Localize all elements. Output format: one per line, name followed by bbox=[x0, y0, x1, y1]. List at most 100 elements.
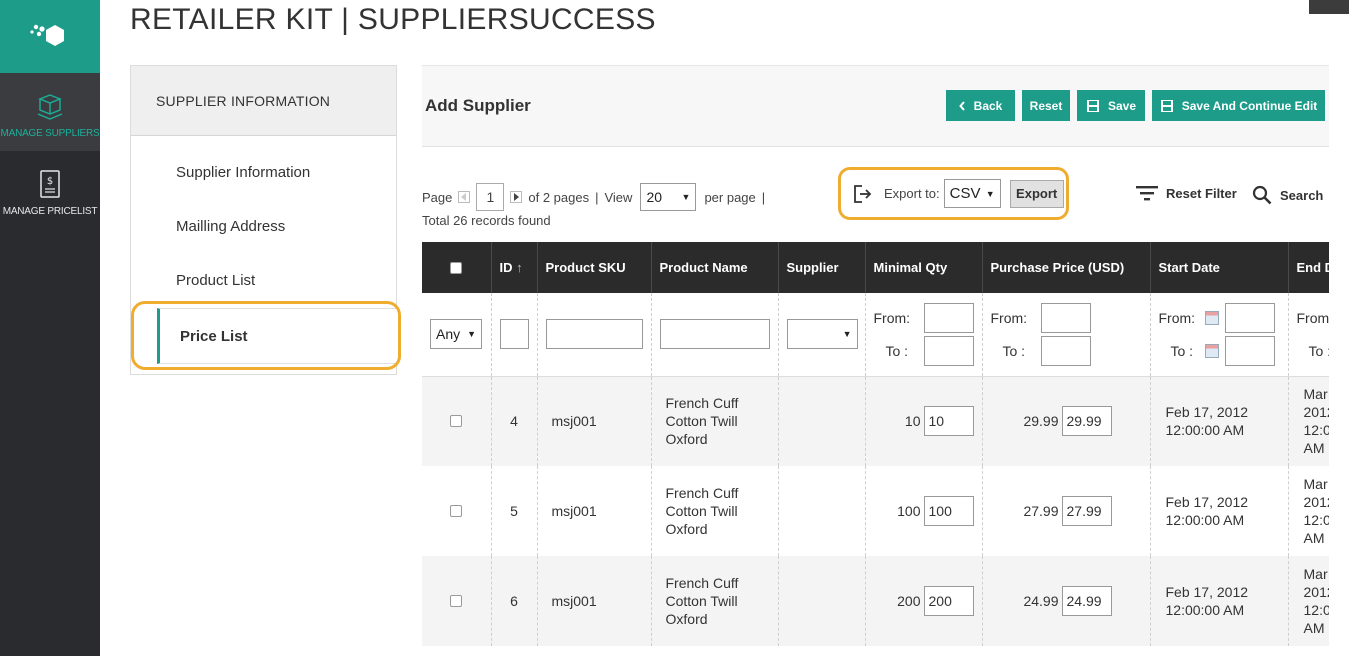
cell-supplier bbox=[778, 376, 866, 466]
caret-down-icon: ▼ bbox=[985, 188, 995, 199]
cell-min-qty: 100 bbox=[897, 503, 921, 519]
name-filter-input[interactable] bbox=[659, 319, 770, 350]
tab-supplier-information[interactable]: Supplier Information bbox=[176, 164, 310, 181]
select-all-header[interactable] bbox=[422, 242, 492, 293]
cell-min-qty: 200 bbox=[897, 593, 921, 609]
calendar-icon[interactable] bbox=[1204, 343, 1219, 358]
page-title: RETAILER KIT | SUPPLIERSUCCESS bbox=[130, 3, 656, 36]
cell-min-qty: 10 bbox=[904, 413, 921, 430]
min-qty-from-input[interactable] bbox=[923, 302, 974, 333]
min-qty-input[interactable]: 200 bbox=[923, 586, 974, 616]
cell-start-date: Feb 17, 2012 12:00:00 AM bbox=[1150, 556, 1289, 646]
supplier-filter-select[interactable]: ▼ bbox=[786, 319, 858, 350]
svg-text:$: $ bbox=[47, 176, 53, 187]
export-label: Export to: bbox=[884, 186, 940, 201]
grid-header-row: ID ↑ Product SKU Product Name Supplier M… bbox=[422, 242, 1329, 293]
min-qty-input[interactable]: 100 bbox=[923, 496, 974, 526]
column-id-label: ID bbox=[499, 260, 513, 275]
price-from-input[interactable] bbox=[1040, 302, 1091, 333]
export-controls: Export to: CSV ▼ Export bbox=[838, 167, 1069, 220]
supplier-tabs: SUPPLIER INFORMATION Supplier Informatio… bbox=[130, 65, 397, 375]
cell-sku: msj001 bbox=[537, 556, 652, 646]
box-icon bbox=[35, 91, 65, 121]
table-row[interactable]: 5 msj001 French Cuff Cotton Twill Oxford… bbox=[422, 466, 1329, 556]
select-all-checkbox[interactable] bbox=[450, 261, 463, 274]
tab-price-list[interactable]: Price List bbox=[157, 308, 397, 364]
price-input[interactable]: 29.99 bbox=[1061, 406, 1112, 437]
from-label: From: bbox=[990, 309, 1028, 326]
price-input[interactable]: 27.99 bbox=[1061, 496, 1112, 526]
cell-sku: msj001 bbox=[537, 466, 652, 556]
form-header: Add Supplier Back Reset Save Save And Co… bbox=[422, 65, 1329, 147]
nav-manage-suppliers[interactable]: MANAGE SUPPLIERS bbox=[0, 73, 100, 151]
cell-start-date: Feb 17, 2012 12:00:00 AM bbox=[1150, 466, 1289, 556]
reset-filter-button[interactable]: Reset Filter bbox=[1136, 185, 1237, 201]
filter-row: Any ▼ ▼ From: To : From: To: From: To:… bbox=[422, 293, 1329, 377]
column-sku[interactable]: Product SKU bbox=[537, 242, 652, 293]
table-row[interactable]: 4 msj001 French Cuff Cotton Twill Oxford… bbox=[422, 376, 1329, 466]
price-list-grid: ID ↑ Product SKU Product Name Supplier M… bbox=[422, 242, 1329, 646]
corner-toggle[interactable] bbox=[1309, 0, 1349, 14]
cell-id: 6 bbox=[491, 556, 538, 646]
sort-asc-icon: ↑ bbox=[516, 260, 523, 275]
column-price[interactable]: Purchase Price (USD) bbox=[982, 242, 1151, 293]
cell-end-date: Mar 17, 2012 12:00:00 AM bbox=[1288, 466, 1329, 556]
row-checkbox[interactable] bbox=[450, 595, 463, 607]
back-button[interactable]: Back bbox=[946, 90, 1015, 121]
nav-manage-pricelist[interactable]: $ MANAGE PRICELIST bbox=[0, 151, 100, 226]
export-button[interactable]: Export bbox=[1009, 179, 1064, 208]
reset-button[interactable]: Reset bbox=[1022, 90, 1070, 121]
calendar-icon[interactable] bbox=[1204, 310, 1219, 325]
view-label: View bbox=[604, 189, 633, 205]
column-end-date[interactable]: End Date bbox=[1288, 242, 1329, 293]
reset-filter-label: Reset Filter bbox=[1166, 185, 1237, 201]
start-from-input[interactable] bbox=[1224, 302, 1275, 333]
save-and-continue-button[interactable]: Save And Continue Edit bbox=[1152, 90, 1325, 121]
search-label: Search bbox=[1280, 187, 1324, 203]
cell-name: French Cuff Cotton Twill Oxford bbox=[651, 376, 779, 466]
start-to-input[interactable] bbox=[1224, 335, 1275, 366]
row-checkbox[interactable] bbox=[450, 505, 463, 517]
cell-supplier bbox=[778, 556, 866, 646]
save-button[interactable]: Save bbox=[1077, 90, 1145, 121]
price-to-input[interactable] bbox=[1040, 335, 1091, 366]
from-label: From: bbox=[873, 309, 911, 326]
min-qty-input[interactable]: 10 bbox=[923, 406, 974, 437]
caret-down-icon: ▼ bbox=[842, 329, 852, 340]
logo-hexagon-icon bbox=[30, 24, 64, 46]
tab-mailing-address[interactable]: Mailling Address bbox=[176, 218, 285, 235]
cell-name: French Cuff Cotton Twill Oxford bbox=[651, 556, 779, 646]
chevron-left-icon bbox=[958, 100, 965, 111]
row-checkbox[interactable] bbox=[450, 415, 463, 428]
column-supplier[interactable]: Supplier bbox=[778, 242, 866, 293]
search-button[interactable]: Search bbox=[1252, 185, 1323, 205]
caret-down-icon: ▼ bbox=[467, 329, 476, 340]
per-page-value: 20 bbox=[646, 189, 663, 205]
to-label: To : bbox=[1170, 342, 1194, 359]
separator: | bbox=[595, 189, 599, 205]
min-qty-to-input[interactable] bbox=[923, 335, 974, 366]
column-id[interactable]: ID ↑ bbox=[491, 242, 538, 293]
tab-product-list[interactable]: Product List bbox=[176, 272, 255, 289]
save-label: Save bbox=[1107, 98, 1137, 113]
select-filter[interactable]: Any ▼ bbox=[430, 319, 482, 350]
column-start-date[interactable]: Start Date bbox=[1150, 242, 1289, 293]
export-format-select[interactable]: CSV ▼ bbox=[943, 179, 1001, 208]
prev-page-button[interactable] bbox=[458, 191, 471, 203]
id-filter-input[interactable] bbox=[499, 319, 529, 350]
cell-end-date: Mar 17, 2012 12:00:00 AM bbox=[1288, 556, 1329, 646]
export-icon bbox=[854, 184, 872, 203]
of-pages: of 2 pages bbox=[528, 189, 590, 205]
sku-filter-input[interactable] bbox=[545, 319, 643, 350]
column-min-qty[interactable]: Minimal Qty bbox=[865, 242, 983, 293]
price-input[interactable]: 24.99 bbox=[1061, 586, 1112, 616]
per-page-select[interactable]: 20 ▼ bbox=[640, 183, 697, 211]
next-page-button[interactable] bbox=[510, 191, 523, 203]
table-row[interactable]: 6 msj001 French Cuff Cotton Twill Oxford… bbox=[422, 556, 1329, 646]
arrow-right-icon bbox=[514, 193, 520, 201]
filter-icon bbox=[1136, 186, 1158, 201]
app-logo[interactable] bbox=[0, 0, 100, 73]
cell-start-date: Feb 17, 2012 12:00:00 AM bbox=[1150, 376, 1289, 466]
column-name[interactable]: Product Name bbox=[651, 242, 779, 293]
page-input[interactable]: 1 bbox=[476, 183, 505, 211]
